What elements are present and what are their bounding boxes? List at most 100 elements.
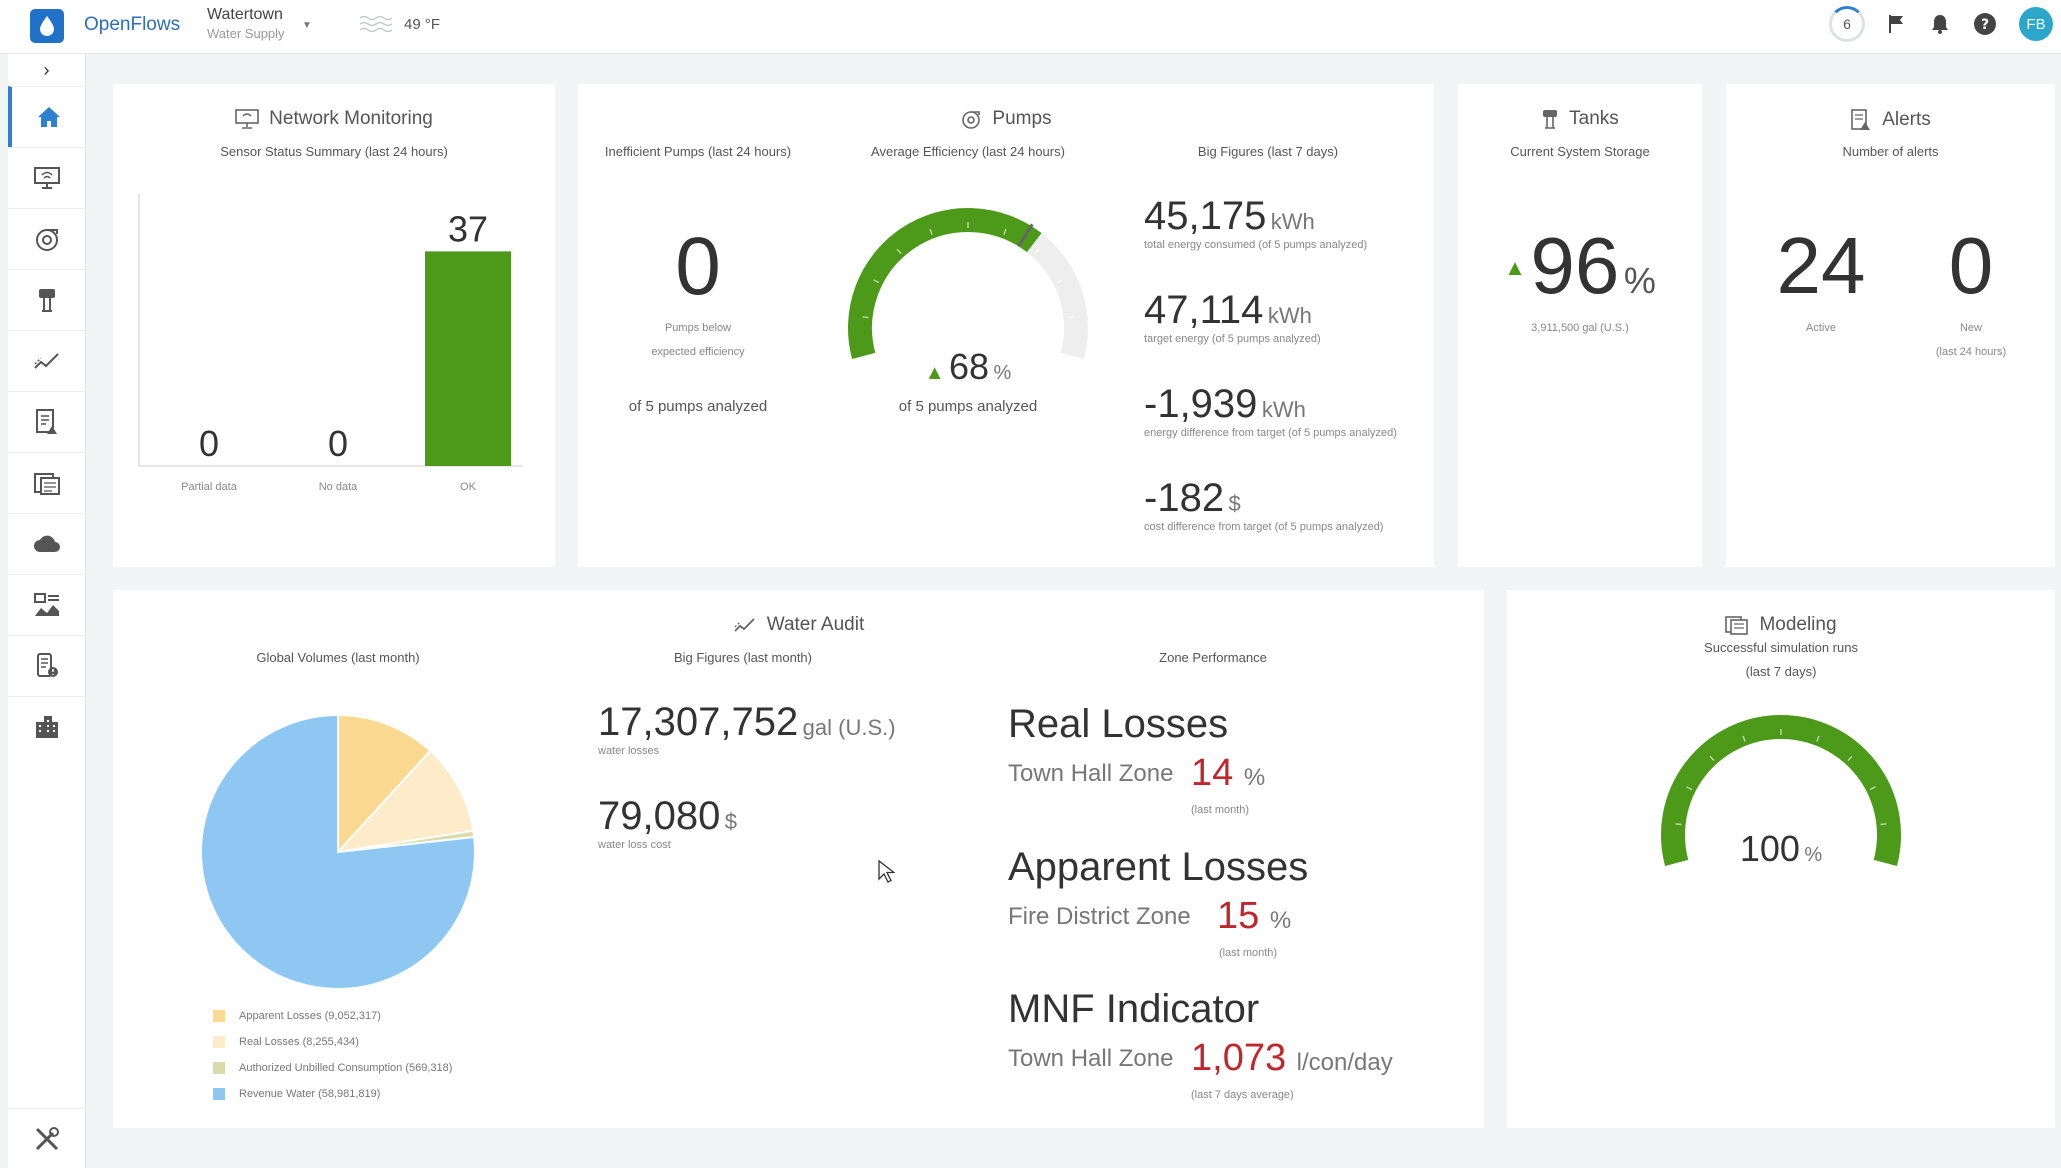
chevron-down-icon[interactable]: ▼	[302, 20, 312, 31]
storage-value: 96	[1530, 221, 1620, 310]
real-losses-heading: Real Losses	[1008, 702, 1229, 746]
inefficient-pumps-value: 0	[675, 221, 721, 312]
tanks-icon	[38, 289, 55, 312]
zone-unit: %	[1243, 764, 1266, 791]
tanks-icon	[1543, 110, 1558, 129]
modeling-icon	[1725, 616, 1749, 635]
real-losses-period: (last month)	[1191, 804, 1250, 816]
total-energy-figure: 45,175 kWh total energy consumed (of 5 p…	[1144, 194, 1397, 288]
mouse-cursor-icon	[878, 859, 895, 883]
figure-unit: gal (U.S.)	[802, 715, 896, 740]
network-monitoring-icon	[33, 167, 60, 189]
openflows-logo[interactable]	[30, 9, 64, 43]
global-volumes-pie	[200, 713, 476, 990]
sensor-status-label: Sensor Status Summary (last 24 hours)	[220, 144, 448, 159]
home-icon	[37, 107, 60, 127]
bar[interactable]	[425, 251, 511, 466]
fog-icon	[359, 15, 393, 33]
water-loss-cost-figure: 79,080 $ water loss cost	[598, 794, 896, 888]
inefficient-caption-1: Pumps below	[664, 322, 732, 334]
trend-up-icon: ▲	[924, 362, 945, 384]
figure-caption: target energy (of 5 pumps analyzed)	[1144, 333, 1321, 345]
figure-unit: kWh	[1261, 397, 1306, 422]
zone-unit: %	[1269, 907, 1292, 934]
sidebar-item-water-audit[interactable]	[8, 330, 85, 391]
pie-legend: Apparent Losses (9,052,317) Real Losses …	[213, 1003, 452, 1107]
category-label: No data	[319, 481, 358, 493]
alerts-icon	[1851, 109, 1871, 130]
modeling-card[interactable]: Modeling Successful simulation runs (las…	[1507, 590, 2055, 1128]
water-audit-icon	[33, 353, 59, 369]
legend-swatch	[213, 1088, 225, 1100]
bell-icon[interactable]	[1929, 13, 1951, 35]
zone-unit: l/con/day	[1296, 1049, 1393, 1076]
legend-item: Apparent Losses (9,052,317)	[213, 1003, 452, 1029]
network-monitoring-icon	[235, 109, 259, 129]
user-avatar[interactable]: FB	[2019, 7, 2053, 41]
average-efficiency-unit: %	[993, 362, 1012, 384]
sidebar-item-home[interactable]	[8, 86, 85, 147]
location-selector[interactable]: Watertown Water Supply	[207, 6, 285, 41]
help-icon[interactable]: ?	[1973, 12, 1997, 36]
alerts-card[interactable]: Alerts Number of alerts 24 Active 0 New …	[1726, 84, 2055, 567]
figure-unit: kWh	[1267, 303, 1312, 328]
mnf-indicator-zone: Town Hall Zone	[1008, 1045, 1174, 1072]
legend-swatch	[213, 1062, 225, 1074]
sidebar-item-device[interactable]	[8, 635, 85, 696]
pumps-card[interactable]: Pumps Inefficient Pumps (last 24 hours) …	[578, 84, 1434, 567]
app-name[interactable]: OpenFlows	[84, 14, 180, 36]
category-label: OK	[460, 481, 477, 493]
average-efficiency-label: Average Efficiency (last 24 hours)	[871, 144, 1065, 159]
tanks-card[interactable]: Tanks Current System Storage ▲ 96 % 3,91…	[1458, 84, 1702, 567]
target-energy-figure: 47,114 kWh target energy (of 5 pumps ana…	[1144, 288, 1397, 382]
sidebar-item-cloud[interactable]	[8, 513, 85, 574]
network-monitoring-title: Network Monitoring	[269, 108, 433, 129]
figure-unit: $	[724, 809, 738, 834]
bar-value-label: 0	[199, 423, 219, 464]
sidebar-item-reports[interactable]	[8, 574, 85, 635]
pumps-big-figures-label: Big Figures (last 7 days)	[1197, 144, 1339, 159]
sidebar-item-modeling[interactable]	[8, 452, 85, 513]
pumps-icon	[962, 111, 981, 129]
water-losses-figure: 17,307,752 gal (U.S.) water losses	[598, 700, 896, 794]
new-alerts-period: (last 24 hours)	[1935, 346, 2007, 358]
gauge-tick	[1067, 316, 1074, 319]
system-storage-label: Current System Storage	[1510, 144, 1650, 159]
zone-value: 15	[1217, 895, 1260, 937]
number-of-alerts-label: Number of alerts	[1842, 144, 1939, 159]
sidebar-item-alerts[interactable]	[8, 391, 85, 452]
figure-unit: $	[1228, 491, 1241, 516]
real-losses-readout: 14 %	[1191, 752, 1265, 795]
figure-caption: total energy consumed (of 5 pumps analyz…	[1144, 239, 1368, 251]
location-name: Watertown	[207, 6, 283, 23]
svg-text:?: ?	[1981, 17, 1989, 33]
gauge-tick	[862, 316, 869, 319]
simulation-runs-label: Successful simulation runs	[1704, 640, 1858, 655]
storage-unit: %	[1623, 260, 1656, 301]
sidebar-item-tools[interactable]	[8, 1108, 86, 1168]
figure-caption: water loss cost	[598, 839, 671, 851]
new-alerts-value[interactable]: 0	[1896, 220, 2046, 312]
audit-big-figures-label: Big Figures (last month)	[674, 650, 812, 665]
sidebar-item-tanks[interactable]	[8, 269, 85, 330]
top-bar: OpenFlows Watertown Water Supply ▼ 49 °F…	[0, 0, 2061, 54]
real-losses-zone: Town Hall Zone	[1008, 760, 1174, 787]
temperature: 49 °F	[404, 15, 441, 33]
sidebar-item-buildings[interactable]	[8, 696, 85, 757]
sidebar-item-pumps[interactable]	[8, 208, 85, 269]
active-alerts-value[interactable]: 24	[1746, 220, 1896, 312]
sidebar-item-network-monitoring[interactable]	[8, 147, 85, 208]
water-audit-card[interactable]: Water Audit Global Volumes (last month) …	[113, 590, 1484, 1128]
device-icon	[36, 653, 58, 677]
new-alerts-label: New	[1959, 322, 1982, 334]
location-subtitle: Water Supply	[207, 26, 285, 41]
mnf-indicator-readout: 1,073 l/con/day	[1191, 1037, 1393, 1080]
figure-caption: cost difference from target (of 5 pumps …	[1144, 521, 1384, 533]
energy-difference-figure: -1,939 kWh energy difference from target…	[1144, 382, 1397, 476]
flag-icon[interactable]	[1887, 13, 1907, 35]
activity-count-badge[interactable]: 6	[1829, 6, 1865, 42]
figure-value: -1,939	[1144, 382, 1258, 426]
trend-up-icon: ▲	[1504, 255, 1526, 280]
expand-sidebar-chevron-icon[interactable]: ›	[8, 54, 85, 86]
network-monitoring-card[interactable]: Network Monitoring Sensor Status Summary…	[113, 84, 555, 567]
